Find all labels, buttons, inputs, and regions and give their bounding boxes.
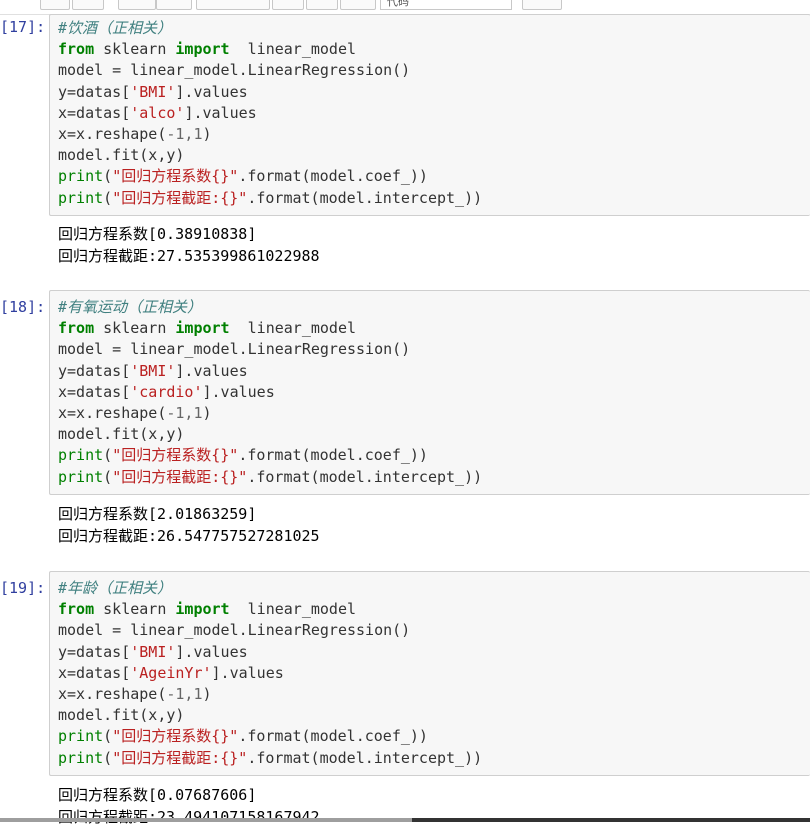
run-button[interactable] — [196, 0, 270, 10]
fit-line: model.fit(x,y) — [58, 145, 482, 166]
y-assign: y=datas[ — [58, 83, 130, 101]
intercept-string: "回归方程截距:{}" — [112, 749, 247, 767]
model-assign-line: model = linear_model.LinearRegression() — [58, 620, 482, 641]
fit-line: model.fit(x,y) — [58, 705, 482, 726]
command-palette-button[interactable] — [522, 0, 562, 10]
restart-run-button[interactable] — [340, 0, 376, 10]
interrupt-button[interactable] — [272, 0, 304, 10]
y-assign: y=datas[ — [58, 362, 130, 380]
import-name: linear_model — [230, 600, 356, 618]
open-paren: ( — [103, 446, 112, 464]
coef-string: "回归方程系数{}" — [112, 446, 238, 464]
cell-output: 回归方程系数[0.38910838] 回归方程截距:27.53539986102… — [58, 224, 320, 267]
values-suffix: ].values — [212, 664, 284, 682]
print-builtin: print — [58, 446, 103, 464]
keyword-from: from — [58, 600, 94, 618]
values-suffix: ].values — [184, 104, 256, 122]
reshape-args: -1,1 — [166, 125, 202, 143]
y-field-string: 'BMI' — [130, 83, 175, 101]
coef-format-call: .format(model.coef_)) — [238, 446, 428, 464]
x-assign: x=datas[ — [58, 104, 130, 122]
fit-line: model.fit(x,y) — [58, 424, 482, 445]
code-comment: #有氧运动（正相关） — [58, 297, 482, 318]
horizontal-scrollbar[interactable] — [0, 818, 810, 822]
print-builtin: print — [58, 167, 103, 185]
output-line: 回归方程系数[0.07687606] — [58, 785, 320, 807]
values-suffix: ].values — [203, 383, 275, 401]
open-paren: ( — [103, 468, 112, 486]
copy-button[interactable] — [72, 0, 104, 10]
keyword-import: import — [175, 319, 229, 337]
output-line: 回归方程截距:26.547757527281025 — [58, 526, 320, 548]
model-assign-line: model = linear_model.LinearRegression() — [58, 339, 482, 360]
coef-string: "回归方程系数{}" — [112, 727, 238, 745]
reshape-close: ) — [203, 404, 212, 422]
intercept-string: "回归方程截距:{}" — [112, 189, 247, 207]
output-line: 回归方程截距:27.535399861022988 — [58, 246, 320, 268]
keyword-import: import — [175, 40, 229, 58]
module-name: sklearn — [94, 600, 175, 618]
open-paren: ( — [103, 749, 112, 767]
keyword-from: from — [58, 319, 94, 337]
reshape-close: ) — [203, 125, 212, 143]
y-field-string: 'BMI' — [130, 643, 175, 661]
intercept-format-call: .format(model.intercept_)) — [247, 468, 482, 486]
cut-button[interactable] — [40, 0, 70, 10]
import-name: linear_model — [230, 40, 356, 58]
print-builtin: print — [58, 727, 103, 745]
output-line: 回归方程系数[0.38910838] — [58, 224, 320, 246]
move-down-button[interactable] — [156, 0, 192, 10]
scrollbar-thumb[interactable] — [412, 818, 810, 822]
cell-type-label: 代码 — [387, 0, 409, 9]
module-name: sklearn — [94, 40, 175, 58]
x-assign: x=datas[ — [58, 383, 130, 401]
intercept-format-call: .format(model.intercept_)) — [247, 749, 482, 767]
cell-output: 回归方程系数[2.01863259] 回归方程截距:26.54775752728… — [58, 504, 320, 547]
reshape-args: -1,1 — [166, 404, 202, 422]
reshape-call: x=x.reshape( — [58, 404, 166, 422]
reshape-call: x=x.reshape( — [58, 125, 166, 143]
model-assign-line: model = linear_model.LinearRegression() — [58, 60, 482, 81]
input-prompt: [17]: — [0, 17, 48, 38]
reshape-args: -1,1 — [166, 685, 202, 703]
x-field-string: 'cardio' — [130, 383, 202, 401]
code-editor[interactable]: #有氧运动（正相关） from sklearn import linear_mo… — [49, 290, 810, 495]
print-builtin: print — [58, 749, 103, 767]
intercept-string: "回归方程截距:{}" — [112, 468, 247, 486]
restart-button[interactable] — [306, 0, 338, 10]
import-name: linear_model — [230, 319, 356, 337]
keyword-from: from — [58, 40, 94, 58]
reshape-call: x=x.reshape( — [58, 685, 166, 703]
coef-string: "回归方程系数{}" — [112, 167, 238, 185]
coef-format-call: .format(model.coef_)) — [238, 167, 428, 185]
cell-type-select[interactable]: 代码 — [380, 0, 512, 10]
output-line: 回归方程系数[2.01863259] — [58, 504, 320, 526]
notebook-toolbar: 代码 — [0, 0, 810, 15]
intercept-format-call: .format(model.intercept_)) — [247, 189, 482, 207]
code-comment: #饮酒（正相关） — [58, 18, 482, 39]
reshape-close: ) — [203, 685, 212, 703]
print-builtin: print — [58, 189, 103, 207]
values-suffix: ].values — [175, 643, 247, 661]
code-comment: #年龄（正相关） — [58, 578, 482, 599]
move-up-button[interactable] — [118, 0, 156, 10]
open-paren: ( — [103, 727, 112, 745]
y-assign: y=datas[ — [58, 643, 130, 661]
input-prompt: [19]: — [0, 578, 48, 599]
code-editor[interactable]: #年龄（正相关） from sklearn import linear_mode… — [49, 571, 810, 776]
y-field-string: 'BMI' — [130, 362, 175, 380]
input-prompt: [18]: — [0, 297, 48, 318]
coef-format-call: .format(model.coef_)) — [238, 727, 428, 745]
open-paren: ( — [103, 189, 112, 207]
code-editor[interactable]: #饮酒（正相关） from sklearn import linear_mode… — [49, 14, 810, 216]
values-suffix: ].values — [175, 83, 247, 101]
values-suffix: ].values — [175, 362, 247, 380]
x-field-string: 'AgeinYr' — [130, 664, 211, 682]
module-name: sklearn — [94, 319, 175, 337]
x-assign: x=datas[ — [58, 664, 130, 682]
open-paren: ( — [103, 167, 112, 185]
keyword-import: import — [175, 600, 229, 618]
print-builtin: print — [58, 468, 103, 486]
x-field-string: 'alco' — [130, 104, 184, 122]
